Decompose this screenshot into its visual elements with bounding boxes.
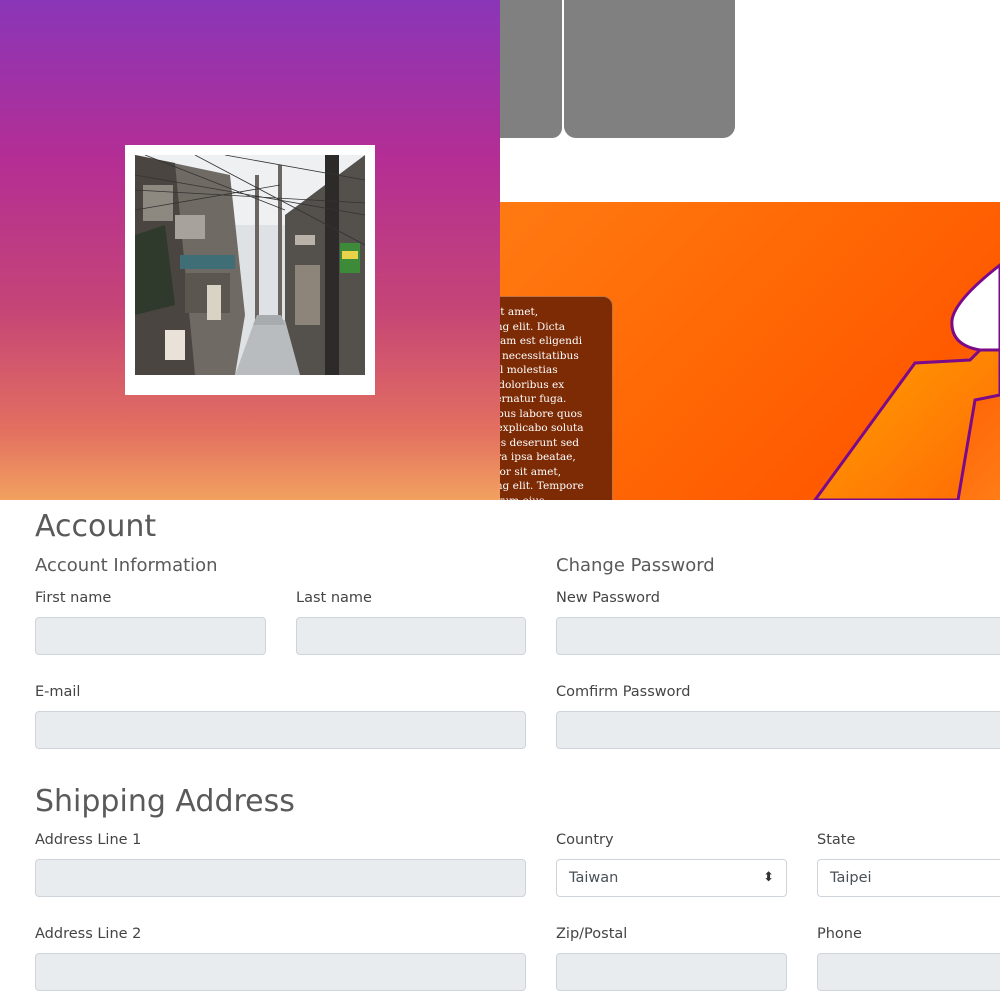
- lorem-line: pora ipsa beatae,: [500, 451, 576, 463]
- new-password-label: New Password: [556, 590, 660, 606]
- state-label: State: [817, 832, 856, 848]
- country-selected-value: Taiwan: [569, 870, 619, 886]
- email-label: E-mail: [35, 684, 81, 700]
- lorem-text-card: r sit amet, icing elit. Dicta ignam est el…: [500, 296, 613, 500]
- address-line-1-label: Address Line 1: [35, 832, 142, 848]
- select-caret-icon: ⬍: [763, 870, 774, 885]
- phone-label: Phone: [817, 926, 862, 942]
- zip-postal-input[interactable]: [556, 953, 787, 991]
- change-password-heading: Change Password: [556, 555, 715, 576]
- lorem-line: atibus labore quos: [500, 407, 583, 420]
- address-line-1-input[interactable]: [35, 859, 526, 897]
- last-name-input[interactable]: [296, 617, 526, 655]
- lorem-line: icing elit. Tempore: [500, 480, 584, 492]
- lorem-line: ores deserunt sed: [500, 436, 580, 449]
- lorem-line: spernatur fuga.: [500, 393, 567, 405]
- lorem-line: r sit amet,: [500, 306, 539, 318]
- hero-gradient-panel: [0, 0, 500, 500]
- country-select[interactable]: Taiwan ⬍: [556, 859, 787, 897]
- lorem-line: ignam est eligendi: [500, 335, 583, 347]
- first-name-input[interactable]: [35, 617, 266, 655]
- lorem-line: icing elit. Dicta: [500, 320, 566, 333]
- state-select[interactable]: Taipei: [817, 859, 1000, 897]
- email-input[interactable]: [35, 711, 526, 749]
- polaroid-frame: [125, 145, 375, 395]
- address-line-2-label: Address Line 2: [35, 926, 142, 942]
- lorem-line: iihil molestias: [500, 364, 558, 376]
- country-label: Country: [556, 832, 614, 848]
- zip-postal-label: Zip/Postal: [556, 926, 628, 942]
- new-password-input[interactable]: [556, 617, 1000, 655]
- lorem-line: ur doloribus ex: [500, 378, 565, 391]
- shipping-title: Shipping Address: [35, 784, 295, 819]
- state-selected-value: Taipei: [830, 870, 872, 886]
- confirm-password-label: Comfirm Password: [556, 684, 691, 700]
- street-photo: [135, 155, 365, 375]
- lorem-text: r sit amet, icing elit. Dicta ignam est el…: [500, 305, 606, 500]
- phone-input[interactable]: [817, 953, 1000, 991]
- first-name-label: First name: [35, 590, 112, 606]
- account-info-heading: Account Information: [35, 555, 218, 576]
- lorem-line: dolor sit amet,: [500, 465, 562, 478]
- account-title: Account: [35, 509, 157, 544]
- lorem-line: iis, necessitatibus: [500, 349, 579, 362]
- address-line-2-input[interactable]: [35, 953, 526, 991]
- account-form: Account Account Information First name L…: [0, 500, 1000, 1000]
- last-name-label: Last name: [296, 590, 372, 606]
- hero-right-panel: r sit amet, icing elit. Dicta ignam est el…: [500, 0, 1000, 500]
- lorem-line: m explicabo soluta: [500, 422, 584, 434]
- confirm-password-input[interactable]: [556, 711, 1000, 749]
- street-photo-illustration: [135, 155, 365, 375]
